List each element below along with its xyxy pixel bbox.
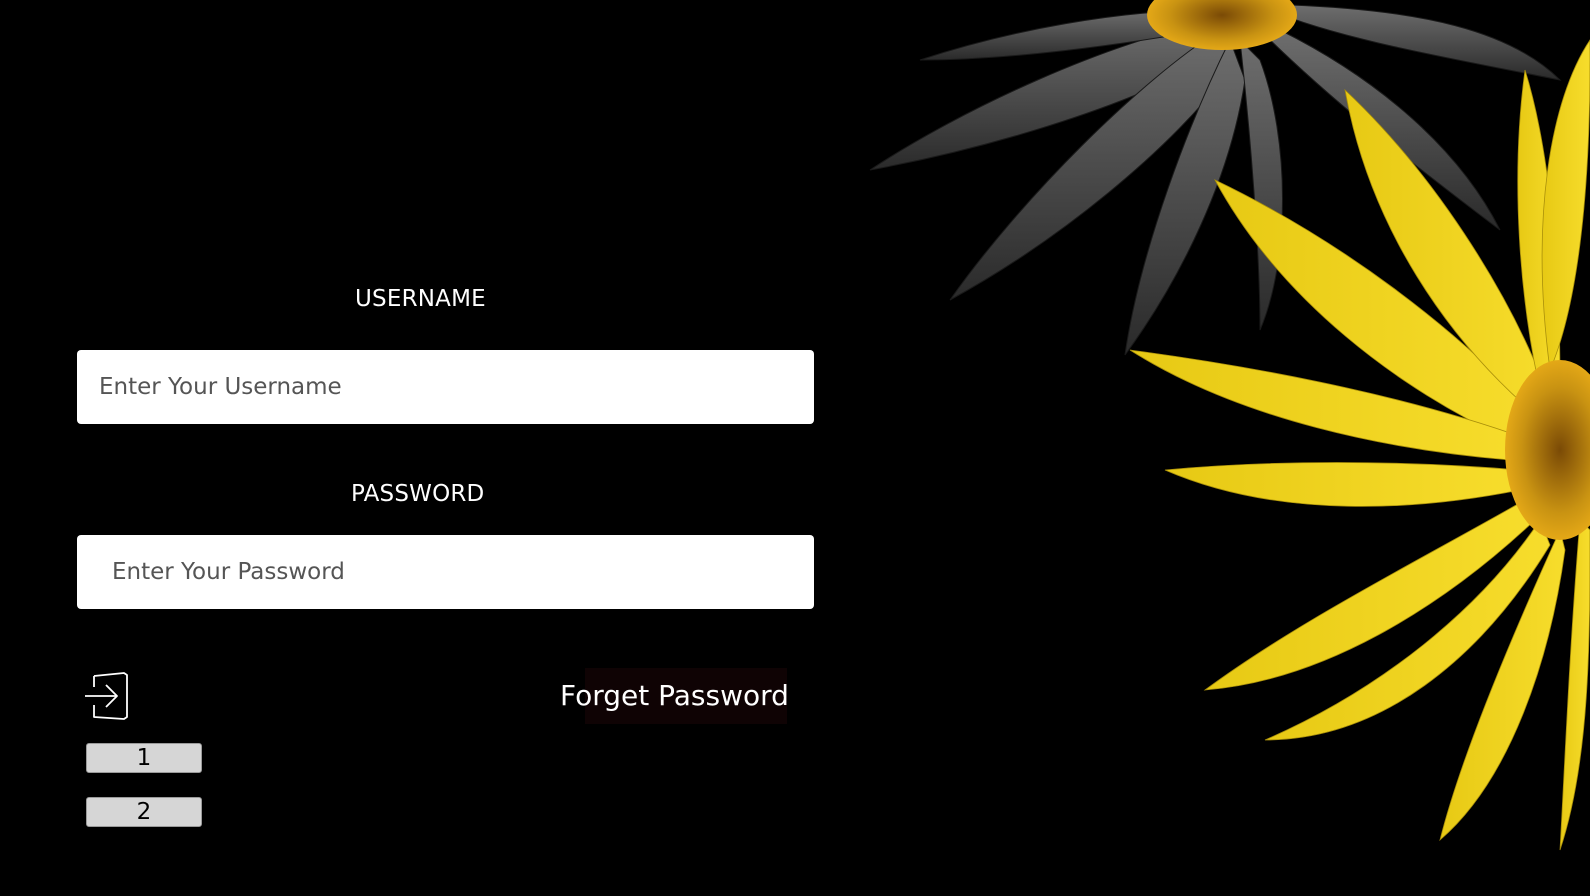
button-2[interactable]: 2 [86,797,202,827]
button-1[interactable]: 1 [86,743,202,773]
username-input[interactable] [77,350,814,424]
sunflower-image [869,0,1590,851]
password-input[interactable] [77,535,814,609]
password-label: PASSWORD [351,481,485,507]
forget-password-link[interactable]: Forget Password [560,668,789,724]
login-page: USERNAME PASSWORD Forget Password 1 2 [0,0,1590,896]
sign-in-arrow-icon[interactable] [84,670,132,722]
username-label: USERNAME [355,286,486,312]
